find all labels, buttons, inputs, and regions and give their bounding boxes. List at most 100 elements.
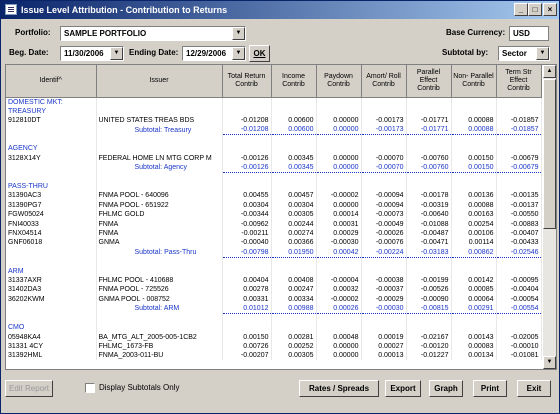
table-row[interactable]: FNX04514 FNMA -0.00211 0.00274 0.00029 -0.000… <box>6 228 542 239</box>
scroll-thumb[interactable] <box>543 79 556 229</box>
col-header-non-parallel[interactable]: Non- Parallel Contrib <box>451 65 497 98</box>
subtotal-row[interactable]: Subtotal: Agency -0.00126 0.00345 0.00000 -0… <box>6 162 542 173</box>
table-cell: 0.00305 <box>271 351 317 361</box>
col-header-total-return[interactable]: Total Return Contrib <box>222 65 272 98</box>
table-row[interactable]: 31337AXR FHLMC POOL - 410688 0.00404 0.0040… <box>6 275 542 286</box>
table-cell: 0.00455 <box>222 191 272 201</box>
table-row[interactable]: 31392HML FNMA_2003-011-BU -0.00207 0.00305 0… <box>6 351 542 361</box>
end-date-picker[interactable]: 12/29/2006 ▼ <box>182 46 246 61</box>
vertical-scrollbar[interactable]: ▲ ▼ <box>543 65 556 369</box>
table-cell <box>496 322 542 333</box>
table-cell: 0.00600 <box>271 115 317 126</box>
table-cell <box>361 172 407 182</box>
base-currency-field: USD <box>509 26 549 41</box>
exit-button[interactable]: Exit <box>517 380 551 397</box>
table-cell: 0.00106 <box>451 228 497 239</box>
col-header-amort-roll[interactable]: Amort/ Roll Contrib <box>361 65 407 98</box>
table-cell: 0.00291 <box>451 304 497 315</box>
title-bar: Issue Level Attribution - Contribution t… <box>1 1 559 19</box>
section-row[interactable]: ARM <box>6 266 542 276</box>
table-cell: 0.00304 <box>271 200 317 211</box>
col-header-paydown[interactable]: Paydown Contrib <box>316 65 362 98</box>
table-cell: -0.00760 <box>406 162 452 173</box>
table-row[interactable]: FNI40033 FNMA -0.00962 0.00244 0.00031 -0.000… <box>6 219 542 229</box>
subtotal-row[interactable]: Subtotal: Pass-Thru -0.00798 0.01950 0.0004… <box>6 247 542 258</box>
table-cell <box>496 313 542 323</box>
table-cell <box>271 134 317 145</box>
table-row[interactable]: 31331 4CY FHLMC_1673-FB 0.00726 0.00252 0.00… <box>6 341 542 352</box>
table-cell <box>496 144 542 154</box>
table-cell: 31390PG7 <box>6 200 97 211</box>
close-button[interactable]: × <box>543 3 557 16</box>
table-row[interactable]: 3128X14Y FEDERAL HOME LN MTG CORP M -0.001… <box>6 153 542 163</box>
col-header-identifier[interactable]: Identif^ <box>6 65 97 98</box>
table-cell: 31392HML <box>6 351 97 361</box>
table-row[interactable]: 05948KA4 BA_MTG_ALT_2005-005-1CB2 0.00150 0… <box>6 332 542 342</box>
scroll-up-icon[interactable]: ▲ <box>543 65 556 78</box>
section-row[interactable]: TREASURY <box>6 106 542 116</box>
table-cell <box>96 313 223 323</box>
table-cell <box>96 257 223 267</box>
edit-report-button[interactable]: Edit Report <box>5 380 53 397</box>
ok-button[interactable]: OK <box>249 45 270 62</box>
beg-date-picker[interactable]: 11/30/2006 ▼ <box>60 46 124 61</box>
minimize-button[interactable]: _ <box>514 3 528 16</box>
table-row[interactable] <box>6 313 542 323</box>
table-row[interactable] <box>6 257 542 267</box>
col-header-term-str[interactable]: Term Str Effect Contrib <box>496 65 542 98</box>
subtotal-row[interactable]: Subtotal: Treasury -0.01208 0.00600 0.00000… <box>6 125 542 136</box>
beg-date-label: Beg. Date: <box>9 48 49 57</box>
subtotal-select[interactable]: Sector ▼ <box>498 46 550 61</box>
table-cell: -0.00679 <box>496 162 542 173</box>
table-cell: -0.01088 <box>406 219 452 229</box>
graph-button[interactable]: Graph <box>429 380 463 397</box>
table-row[interactable]: 31402DA3 FNMA POOL - 725526 0.00278 0.00247… <box>6 285 542 295</box>
table-row[interactable] <box>6 172 542 182</box>
table-cell: -0.00433 <box>496 238 542 248</box>
chevron-down-icon[interactable]: ▼ <box>110 47 123 60</box>
display-subtotals-checkbox[interactable] <box>85 383 95 393</box>
table-cell: 0.01950 <box>271 247 317 258</box>
table-cell <box>6 257 97 267</box>
table-cell <box>316 97 362 107</box>
table-row[interactable]: FGW05024 FHLMC GOLD -0.00344 0.00305 0.00014… <box>6 210 542 220</box>
window: Issue Level Attribution - Contribution t… <box>0 0 560 414</box>
table-cell <box>96 106 223 116</box>
table-cell: -0.00004 <box>316 275 362 286</box>
chevron-down-icon[interactable]: ▼ <box>232 47 245 60</box>
col-header-issuer[interactable]: Issuer <box>96 65 223 98</box>
chevron-down-icon[interactable]: ▼ <box>232 27 245 40</box>
table-row[interactable]: 912810DT UNITED STATES TREAS BDS -0.01208 0… <box>6 115 542 126</box>
table-cell: -0.00883 <box>496 219 542 229</box>
chevron-down-icon[interactable]: ▼ <box>536 47 549 60</box>
subtotal-row[interactable]: Subtotal: ARM 0.01012 0.00988 0.00026 -0.000… <box>6 304 542 315</box>
table-row[interactable]: 31390PG7 FNMA POOL - 651922 0.00304 0.00304… <box>6 200 542 211</box>
table-cell <box>6 304 97 314</box>
table-row[interactable] <box>6 134 542 145</box>
table-cell: 0.00000 <box>316 115 362 126</box>
maximize-button[interactable]: □ <box>528 3 542 16</box>
scroll-down-icon[interactable]: ▼ <box>543 356 556 369</box>
table-cell <box>451 134 497 145</box>
table-row[interactable]: 36202KWM GNMA POOL - 008752 0.00331 0.00334… <box>6 294 542 305</box>
rates-spreads-button[interactable]: Rates / Spreads <box>299 380 379 397</box>
table-cell: 31390AC3 <box>6 191 97 201</box>
display-subtotals-label: Display Subtotals Only <box>99 383 180 392</box>
table-row[interactable]: GNF06018 GNMA -0.00040 0.00366 -0.00030 -0.00… <box>6 238 542 248</box>
attribution-grid[interactable]: Identif^ Issuer Total Return Contrib Inc… <box>5 64 557 370</box>
col-header-parallel[interactable]: Parallel Effect Contrib <box>406 65 452 98</box>
section-row[interactable]: CMO <box>6 322 542 333</box>
export-button[interactable]: Export <box>385 380 421 397</box>
table-cell <box>406 322 452 333</box>
table-cell: 0.00274 <box>271 228 317 239</box>
table-row[interactable]: 31390AC3 FNMA POOL - 640096 0.00455 0.00457… <box>6 191 542 201</box>
col-header-income[interactable]: Income Contrib <box>271 65 317 98</box>
section-row[interactable]: DOMESTIC MKT: <box>6 97 542 107</box>
portfolio-select[interactable]: SAMPLE PORTFOLIO ▼ <box>60 26 246 41</box>
table-cell <box>406 97 452 107</box>
table-cell: 31331 4CY <box>6 341 97 352</box>
print-button[interactable]: Print <box>473 380 507 397</box>
table-cell <box>6 313 97 323</box>
section-row[interactable]: PASS-THRU <box>6 181 542 192</box>
section-row[interactable]: AGENCY <box>6 144 542 154</box>
